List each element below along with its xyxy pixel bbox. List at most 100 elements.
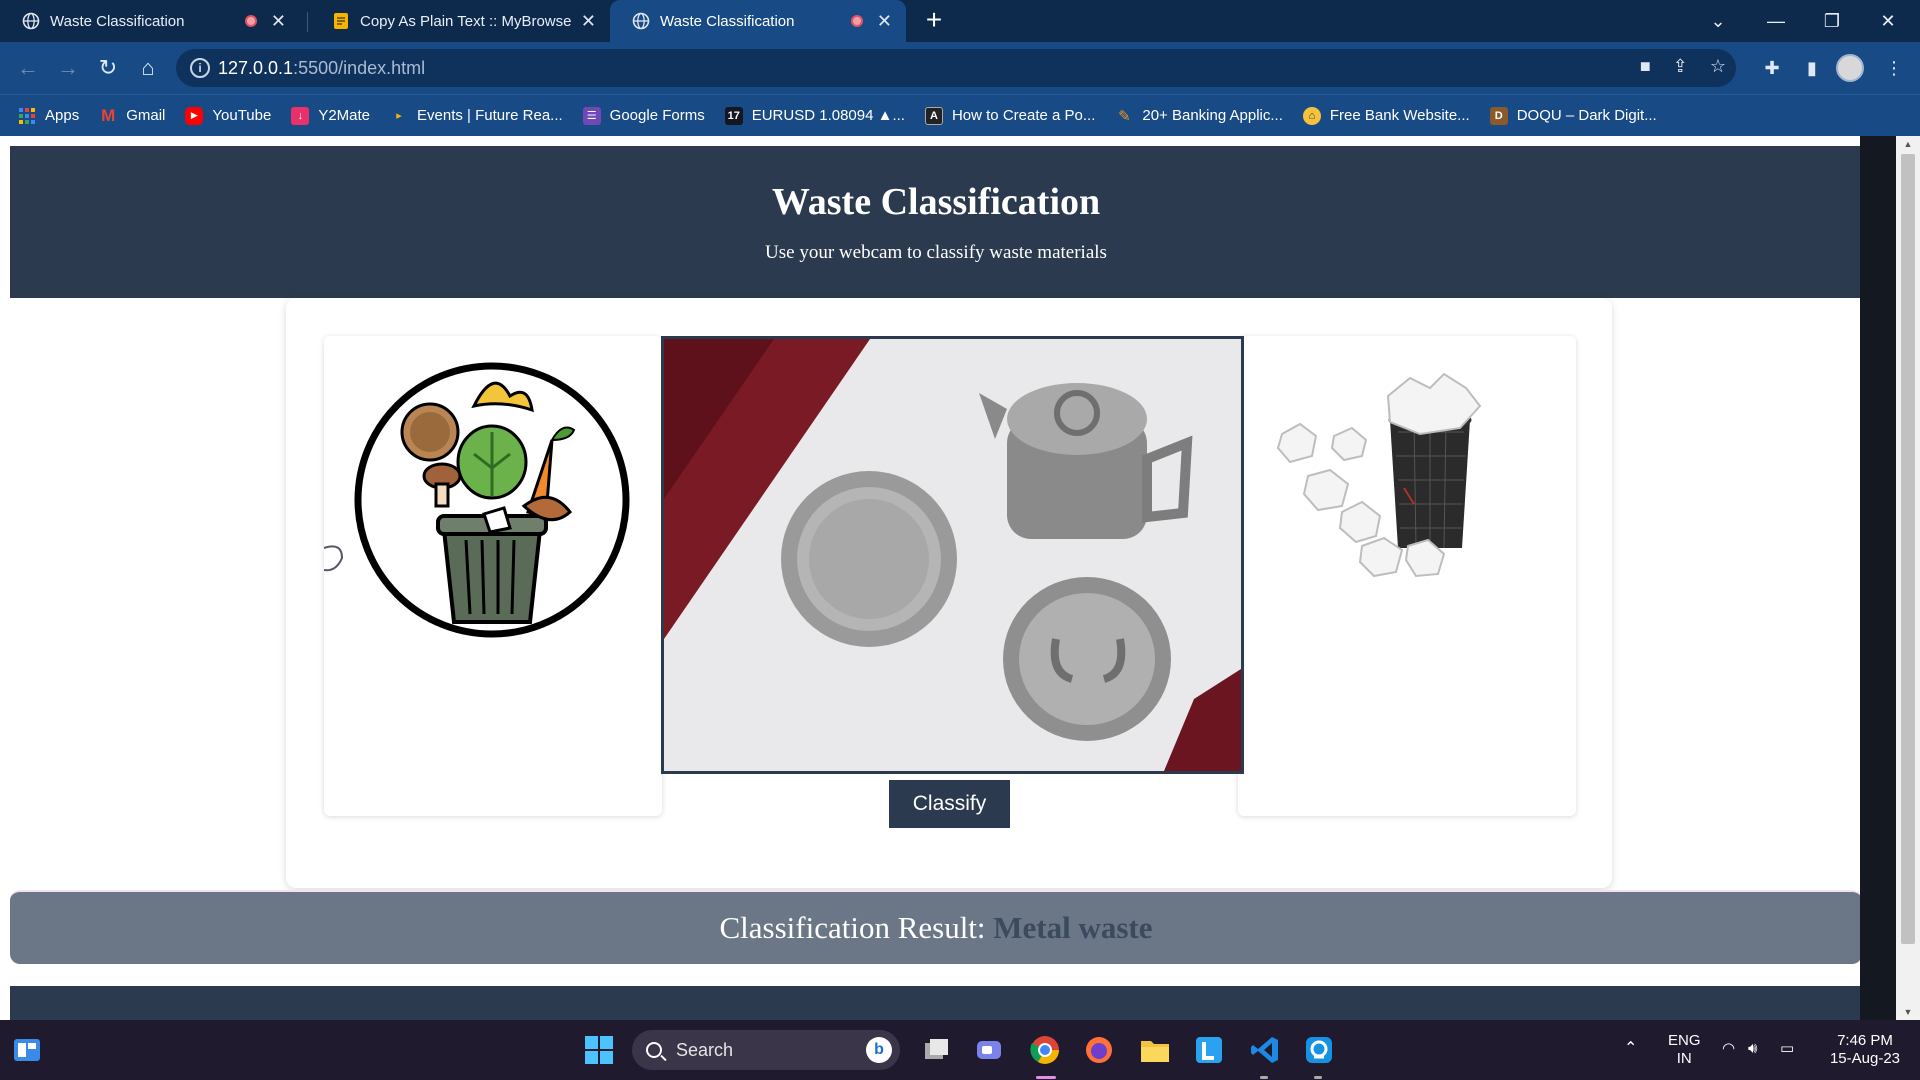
tab-search-chevron-icon[interactable]: ⌄ — [1694, 0, 1742, 42]
extensions-puzzle-icon[interactable]: ✚ — [1756, 52, 1788, 84]
search-placeholder: Search — [676, 1039, 734, 1060]
screen-recorder-icon[interactable] — [1302, 1033, 1336, 1067]
os-taskbar: Search b ⌃ ENG IN ◠ 🔊︎ ▭ 7:46 PM 15-Aug-… — [0, 1020, 1920, 1080]
widgets-icon[interactable] — [10, 1033, 44, 1067]
vscode-icon[interactable] — [1248, 1033, 1282, 1067]
result-value: Metal waste — [993, 910, 1153, 945]
doqu-icon: D — [1489, 106, 1508, 125]
bookmark-youtube[interactable]: ▶ YouTube — [185, 106, 272, 125]
webcam-preview — [661, 336, 1244, 774]
bookmark-label: Y2Mate — [318, 107, 371, 124]
firefox-icon[interactable] — [1082, 1033, 1116, 1067]
bookmark-doqu[interactable]: D DOQU – Dark Digit... — [1489, 106, 1657, 125]
url-text[interactable]: 127.0.0.1:5500/index.html — [218, 58, 425, 79]
bookmark-events[interactable]: ▸ Events | Future Rea... — [390, 107, 563, 125]
close-tab-icon[interactable]: ✕ — [581, 11, 596, 32]
organic-waste-card — [324, 336, 662, 816]
play-arrow-icon: ▸ — [396, 110, 402, 122]
youtube-icon: ▶ — [185, 106, 204, 125]
browser-tab-1[interactable]: Waste Classification ✕ — [0, 0, 300, 42]
camera-in-use-icon[interactable]: ■ — [1640, 56, 1651, 77]
bookmarks-bar: Apps M Gmail ▶ YouTube ↓ Y2Mate ▸ Events… — [0, 94, 1920, 136]
active-app-indicator — [1036, 1076, 1056, 1079]
page-subtitle: Use your webcam to classify waste materi… — [765, 242, 1107, 263]
browser-tab-3-active[interactable]: Waste Classification ✕ — [610, 0, 906, 42]
system-clock[interactable]: 7:46 PM 15-Aug-23 — [1820, 1032, 1910, 1068]
task-view-icon[interactable] — [920, 1033, 954, 1067]
scroll-up-arrow-icon[interactable]: ▲ — [1896, 136, 1920, 152]
bookmark-y2mate[interactable]: ↓ Y2Mate — [291, 106, 371, 125]
scrollbar-thumb[interactable] — [1901, 154, 1915, 944]
clock-date: 15-Aug-23 — [1829, 1050, 1901, 1067]
vertical-scrollbar[interactable]: ▲ ▼ — [1896, 136, 1920, 1020]
bookmark-gmail[interactable]: M Gmail — [99, 106, 165, 125]
close-tab-icon[interactable]: ✕ — [271, 11, 286, 32]
clock-time: 7:46 PM — [1837, 1032, 1893, 1049]
restore-icon[interactable]: ❐ — [1808, 0, 1856, 42]
bookmark-label: Google Forms — [609, 107, 705, 124]
browser-tab-strip: Waste Classification ✕ Copy As Plain Tex… — [0, 0, 1920, 42]
search-icon — [646, 1042, 662, 1058]
bookmark-eurusd[interactable]: 17 EURUSD 1.08094 ▲... — [724, 106, 905, 125]
classify-button[interactable]: Classify — [889, 780, 1010, 828]
page-footer — [10, 986, 1862, 1020]
bookmark-label: 20+ Banking Applic... — [1142, 107, 1283, 124]
google-forms-icon: ☰ — [582, 106, 601, 125]
new-tab-button[interactable]: + — [918, 6, 950, 36]
minimize-icon[interactable]: — — [1752, 0, 1800, 42]
share-icon[interactable]: ⇪ — [1673, 56, 1688, 77]
wifi-icon[interactable]: ◠ — [1722, 1040, 1735, 1058]
bookmark-label: Events | Future Rea... — [417, 107, 563, 124]
apps-grid-icon — [19, 107, 35, 124]
webcam-video-frame — [664, 339, 1241, 771]
volume-icon[interactable]: 🔊︎ — [1748, 1040, 1757, 1058]
profile-avatar[interactable] — [1836, 54, 1864, 82]
reload-icon[interactable]: ↻ — [92, 52, 124, 84]
side-panel-icon[interactable]: ▮ — [1796, 52, 1828, 84]
angular-icon: A — [924, 106, 943, 125]
taskbar-search[interactable]: Search b — [632, 1030, 900, 1070]
bookmark-label: YouTube — [212, 107, 272, 124]
bookmark-how-to-create[interactable]: A How to Create a Po... — [924, 106, 1096, 125]
bookmark-star-icon[interactable]: ☆ — [1710, 56, 1726, 77]
paper-waste-card — [1238, 336, 1576, 816]
classification-result-bar: Classification Result: Metal waste — [10, 890, 1862, 964]
result-text: Classification Result: Metal waste — [10, 910, 1862, 946]
bookmark-label: How to Create a Po... — [951, 107, 1096, 124]
battery-icon[interactable]: ▭ — [1780, 1040, 1794, 1058]
bookmark-label: EURUSD 1.08094 ▲... — [751, 107, 905, 124]
tab-title: Waste Classification — [660, 12, 795, 30]
chrome-icon[interactable] — [1028, 1033, 1062, 1067]
page-title: Waste Classification — [771, 181, 1101, 223]
input-language-indicator[interactable]: ENG IN — [1668, 1032, 1701, 1068]
forward-arrow-icon[interactable]: → — [52, 52, 84, 84]
close-window-icon[interactable]: ✕ — [1864, 0, 1912, 42]
browser-tab-2[interactable]: Copy As Plain Text :: MyBrowserA ✕ — [310, 0, 610, 42]
browser-toolbar: ← → ↻ ⌂ i 127.0.0.1:5500/index.html ■ ⇪ … — [0, 42, 1920, 94]
bookmark-apps[interactable]: Apps — [18, 107, 79, 125]
back-arrow-icon[interactable]: ← — [12, 52, 44, 84]
home-icon[interactable]: ⌂ — [132, 52, 164, 84]
file-explorer-icon[interactable] — [1138, 1033, 1172, 1067]
scroll-down-arrow-icon[interactable]: ▼ — [1896, 1004, 1920, 1020]
site-info-icon[interactable]: i — [190, 58, 210, 78]
page-side-strip — [1860, 136, 1896, 1020]
bookmark-label: DOQU – Dark Digit... — [1516, 107, 1657, 124]
page-viewport: Waste Classification Use your webcam to … — [0, 136, 1920, 1020]
document-icon — [334, 13, 348, 29]
close-tab-icon[interactable]: ✕ — [877, 11, 892, 32]
page-header: Waste Classification Use your webcam to … — [10, 146, 1862, 298]
windows-start-icon[interactable] — [582, 1033, 616, 1067]
bookmark-free-bank[interactable]: ⌂ Free Bank Website... — [1302, 106, 1470, 125]
show-hidden-icons-chevron-icon[interactable]: ⌃ — [1624, 1040, 1637, 1058]
globe-icon — [632, 12, 650, 30]
bing-icon[interactable]: b — [866, 1037, 892, 1063]
result-label: Classification Result: — [719, 910, 986, 945]
address-bar[interactable]: i 127.0.0.1:5500/index.html ■ ⇪ ☆ — [176, 49, 1736, 87]
teams-chat-icon[interactable] — [972, 1033, 1006, 1067]
bookmark-google-forms[interactable]: ☰ Google Forms — [582, 106, 705, 125]
browser-menu-icon[interactable]: ⋮ — [1878, 52, 1910, 84]
bookmark-banking-apps[interactable]: ✎ 20+ Banking Applic... — [1115, 107, 1283, 125]
tradingview-icon: 17 — [724, 106, 743, 125]
lens-app-icon[interactable] — [1192, 1033, 1226, 1067]
